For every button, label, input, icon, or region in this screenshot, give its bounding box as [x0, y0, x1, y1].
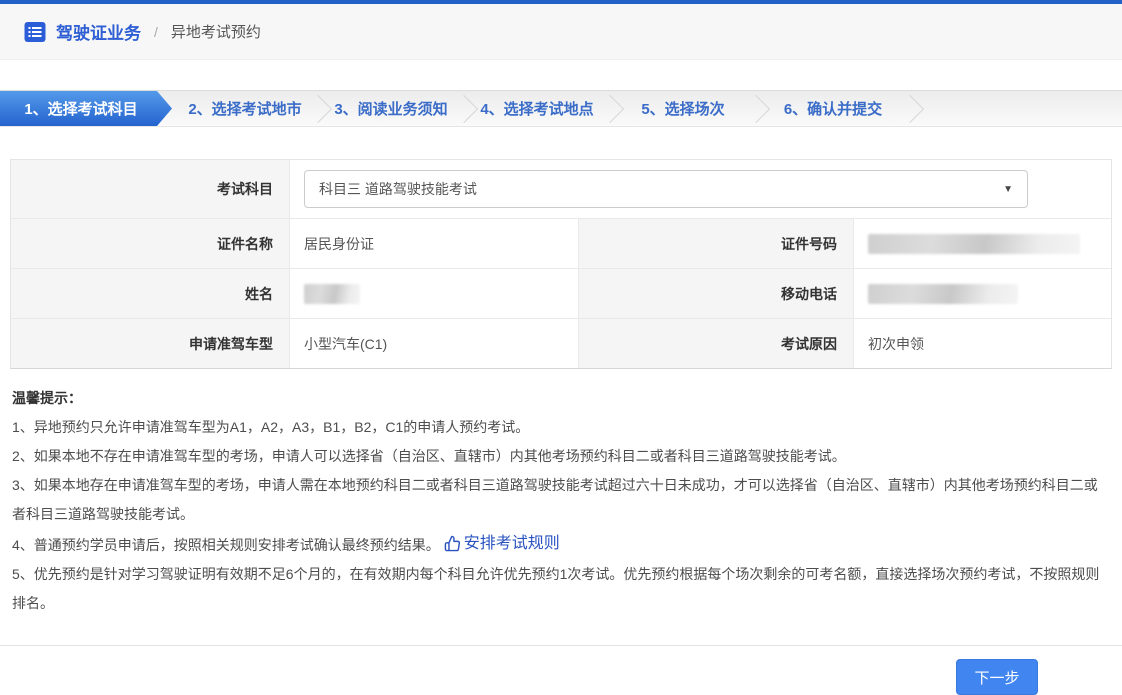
redacted-value: [868, 233, 1080, 254]
step-6-confirm-submit[interactable]: 6、确认并提交: [756, 91, 910, 126]
breadcrumb: 驾驶证业务 / 异地考试预约: [0, 4, 1122, 60]
field-value-exam-reason: 初次申领: [853, 319, 1111, 368]
arrange-exam-rules-link-label: 安排考试规则: [463, 535, 560, 552]
step-wizard: 1、选择考试科目 2、选择考试地市 3、阅读业务须知 4、选择考试地点 5、选择…: [0, 90, 1122, 127]
next-step-button[interactable]: 下一步: [956, 659, 1038, 695]
thumbs-up-icon: [444, 535, 460, 552]
table-row: 姓名 移动电话: [11, 268, 1111, 318]
tip-item-4-text: 4、普通预约学员申请后，按照相关规则安排考试确认最终预约结果。: [12, 537, 440, 553]
breadcrumb-section[interactable]: 驾驶证业务: [56, 19, 141, 44]
step-label: 5、选择场次: [641, 101, 725, 118]
tip-item-2: 2、如果本地不存在申请准驾车型的考场，申请人可以选择省（自治区、直辖市）内其他考…: [12, 448, 846, 464]
table-row: 申请准驾车型 小型汽车(C1) 考试原因 初次申领: [11, 318, 1111, 368]
breadcrumb-current-page: 异地考试预约: [170, 24, 261, 41]
step-2-select-city[interactable]: 2、选择考试地市: [172, 91, 318, 126]
table-row: 证件名称 居民身份证 证件号码: [11, 218, 1111, 268]
field-label-id-number: 证件号码: [578, 219, 853, 268]
step-label: 4、选择考试地点: [480, 101, 594, 118]
field-label-vehicle-type: 申请准驾车型: [11, 319, 289, 368]
list-icon: [24, 21, 46, 42]
field-value-id-type: 居民身份证: [289, 219, 578, 268]
step-label: 1、选择考试科目: [24, 101, 138, 118]
breadcrumb-separator: /: [154, 23, 158, 40]
step-label: 3、阅读业务须知: [334, 101, 448, 118]
field-value-id-number: [853, 219, 1111, 268]
chevron-down-icon: ▼: [1003, 183, 1013, 195]
tip-item-4: 4、普通预约学员申请后，按照相关规则安排考试确认最终预约结果。 安排考试规则: [12, 529, 1110, 560]
arrange-exam-rules-link[interactable]: 安排考试规则: [444, 529, 560, 558]
field-label-exam-reason: 考试原因: [578, 319, 853, 368]
redacted-value: [304, 283, 360, 304]
step-bar-tail: [910, 91, 1122, 126]
tip-item-5: 5、优先预约是针对学习驾驶证明有效期不足6个月的，在有效期内每个科目允许优先预约…: [12, 566, 1100, 611]
exam-subject-selected-value: 科目三 道路驾驶技能考试: [319, 181, 477, 197]
step-label: 6、确认并提交: [783, 101, 883, 118]
tips-section: 温馨提示： 1、异地预约只允许申请准驾车型为A1，A2，A3，B1，B2，C1的…: [0, 369, 1122, 618]
redacted-value: [868, 283, 1018, 304]
tips-title: 温馨提示：: [12, 390, 82, 406]
field-value-name: [289, 269, 578, 318]
field-label-exam-subject: 考试科目: [11, 160, 289, 218]
tip-item-3: 3、如果本地存在申请准驾车型的考场，申请人需在本地预约科目二或者科目三道路驾驶技…: [12, 477, 1098, 522]
field-label-id-type: 证件名称: [11, 219, 289, 268]
step-1-select-subject[interactable]: 1、选择考试科目: [0, 91, 172, 126]
tip-item-1: 1、异地预约只允许申请准驾车型为A1，A2，A3，B1，B2，C1的申请人预约考…: [12, 419, 530, 435]
step-5-select-session[interactable]: 5、选择场次: [610, 91, 756, 126]
field-label-mobile: 移动电话: [578, 269, 853, 318]
field-label-name: 姓名: [11, 269, 289, 318]
field-value-mobile: [853, 269, 1111, 318]
step-3-read-notice[interactable]: 3、阅读业务须知: [318, 91, 464, 126]
field-value-exam-subject: 科目三 道路驾驶技能考试 ▼: [289, 160, 1111, 218]
field-value-vehicle-type: 小型汽车(C1): [289, 319, 578, 368]
step-label: 2、选择考试地市: [188, 101, 302, 118]
appointment-form-table: 考试科目 科目三 道路驾驶技能考试 ▼ 证件名称 居民身份证 证件号码 姓名 移…: [10, 159, 1112, 369]
table-row: 考试科目 科目三 道路驾驶技能考试 ▼: [11, 160, 1111, 218]
step-4-select-site[interactable]: 4、选择考试地点: [464, 91, 610, 126]
exam-subject-select[interactable]: 科目三 道路驾驶技能考试 ▼: [304, 170, 1028, 208]
